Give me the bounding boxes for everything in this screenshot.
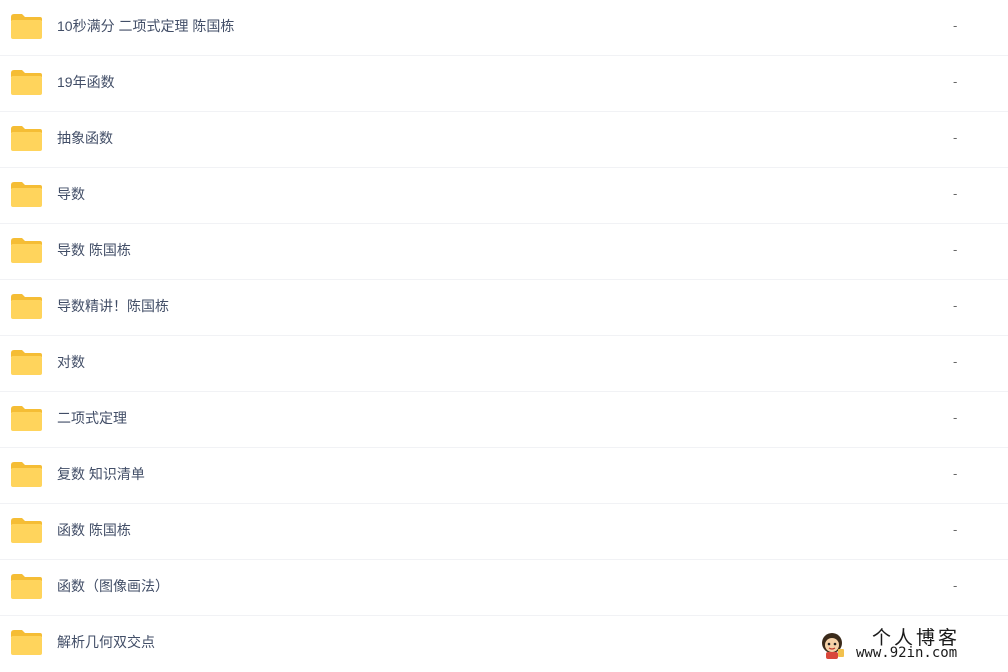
folder-icon xyxy=(11,574,42,599)
item-size: - xyxy=(953,130,958,145)
item-name: 导数 xyxy=(57,186,85,202)
folder-icon xyxy=(11,126,42,151)
list-item[interactable]: 复数 知识清单 - xyxy=(0,448,1008,504)
folder-icon xyxy=(11,462,42,487)
item-size: - xyxy=(953,410,958,425)
item-name: 解析几何双交点 xyxy=(57,634,155,650)
item-name: 抽象函数 xyxy=(57,130,113,146)
list-item[interactable]: 函数 陈国栋 - xyxy=(0,504,1008,560)
folder-icon xyxy=(11,406,42,431)
item-name: 函数（图像画法） xyxy=(57,578,169,594)
file-list: 10秒满分 二项式定理 陈国栋 - 19年函数 - 抽象函数 - 导数 - 导数… xyxy=(0,0,1008,665)
folder-icon xyxy=(11,518,42,543)
folder-icon xyxy=(11,70,42,95)
list-item[interactable]: 导数 陈国栋 - xyxy=(0,224,1008,280)
folder-icon xyxy=(11,630,42,655)
item-size: - xyxy=(953,522,958,537)
item-name: 对数 xyxy=(57,354,85,370)
folder-icon xyxy=(11,350,42,375)
item-size: - xyxy=(953,18,958,33)
item-name: 函数 陈国栋 xyxy=(57,522,131,538)
list-item[interactable]: 19年函数 - xyxy=(0,56,1008,112)
watermark: 个人博客 www.92in.com xyxy=(812,621,1008,665)
folder-icon xyxy=(11,294,42,319)
item-name: 复数 知识清单 xyxy=(57,466,145,482)
item-size: - xyxy=(953,74,958,89)
item-size: - xyxy=(953,242,958,257)
item-size: - xyxy=(953,466,958,481)
item-size: - xyxy=(953,354,958,369)
item-name: 19年函数 xyxy=(57,74,115,90)
list-item[interactable]: 导数 - xyxy=(0,168,1008,224)
list-item[interactable]: 二项式定理 - xyxy=(0,392,1008,448)
item-size: - xyxy=(953,298,958,313)
item-name: 二项式定理 xyxy=(57,410,127,426)
watermark-url: www.92in.com xyxy=(856,645,958,661)
folder-icon xyxy=(11,238,42,263)
list-item[interactable]: 抽象函数 - xyxy=(0,112,1008,168)
list-item[interactable]: 导数精讲！陈国栋 - xyxy=(0,280,1008,336)
item-name: 10秒满分 二项式定理 陈国栋 xyxy=(57,18,235,34)
item-name: 导数 陈国栋 xyxy=(57,242,131,258)
folder-icon xyxy=(11,182,42,207)
folder-icon xyxy=(11,14,42,39)
item-name: 导数精讲！陈国栋 xyxy=(57,298,169,314)
list-item[interactable]: 对数 - xyxy=(0,336,1008,392)
list-item[interactable]: 10秒满分 二项式定理 陈国栋 - xyxy=(0,0,1008,56)
mascot-icon xyxy=(822,633,844,659)
item-size: - xyxy=(953,186,958,201)
list-item[interactable]: 函数（图像画法） - xyxy=(0,560,1008,616)
item-size: - xyxy=(953,578,958,593)
